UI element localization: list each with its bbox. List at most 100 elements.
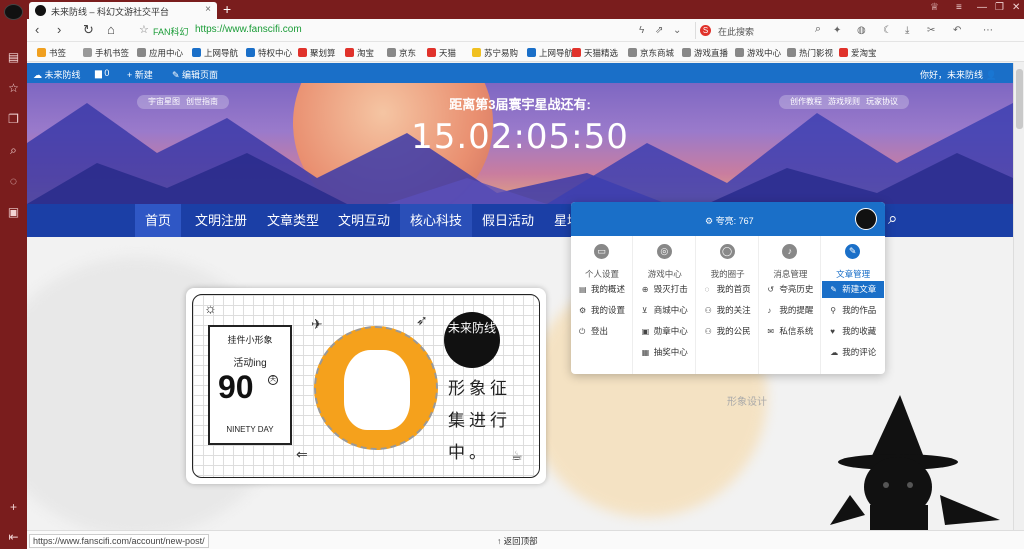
dropdown-menu-item[interactable]: ⏻ 登出 bbox=[571, 323, 633, 340]
dropdown-menu-item[interactable]: ✉ 私信系统 bbox=[759, 323, 821, 340]
bookmark-item[interactable]: 天猫精选 bbox=[572, 47, 618, 59]
bookmark-item[interactable]: 应用中心 bbox=[137, 47, 183, 59]
page-scrollbar[interactable] bbox=[1013, 63, 1024, 530]
close-window-icon[interactable]: ✕ bbox=[1012, 2, 1020, 13]
dropdown-menu-item[interactable]: ☁ 我的评论 bbox=[822, 344, 884, 361]
dropdown-chevron-icon[interactable]: ⌄ bbox=[673, 25, 681, 36]
dropdown-column-title[interactable]: 游戏中心 bbox=[634, 268, 696, 280]
dropdown-menu-item[interactable]: ▤ 我的概述 bbox=[571, 281, 633, 298]
moon-icon[interactable]: ☾ bbox=[883, 25, 892, 36]
bell-icon: ♪ bbox=[767, 306, 772, 315]
bookmark-label: 热门影视 bbox=[799, 48, 834, 58]
forward-icon[interactable]: › bbox=[57, 23, 61, 37]
bookmark-item[interactable]: 苏宁易购 bbox=[472, 47, 518, 59]
dropdown-menu-item[interactable]: ♪ 我的提醒 bbox=[759, 302, 821, 319]
back-to-top-button[interactable]: ↑ 返回顶部 bbox=[497, 535, 538, 547]
bookmark-item[interactable]: 聚划算 bbox=[298, 47, 336, 59]
refresh-icon[interactable]: ↻ bbox=[83, 23, 94, 37]
nav-article-types[interactable]: 文章类型 bbox=[257, 204, 329, 237]
book-icon[interactable]: ❐ bbox=[6, 112, 21, 127]
bulb-icon[interactable]: ✦ bbox=[833, 25, 841, 36]
dropdown-menu-item[interactable]: ✎ 新建文章 bbox=[822, 281, 885, 298]
scissors-icon[interactable]: ✂ bbox=[927, 25, 935, 36]
bookmark-item[interactable]: 天猫 bbox=[427, 47, 456, 59]
new-content-link[interactable]: + 新建 bbox=[127, 68, 153, 81]
lightning-icon[interactable]: ϟ bbox=[639, 25, 644, 36]
address-field[interactable]: ☆ FAN科幻 https://www.fanscifi.com bbox=[135, 22, 705, 39]
add-icon[interactable]: + bbox=[6, 500, 21, 515]
nav-core-tech[interactable]: 核心科技 bbox=[400, 204, 473, 237]
search-icon[interactable]: ⌕ bbox=[815, 23, 821, 36]
bookmark-favicon-icon bbox=[735, 48, 744, 57]
dropdown-menu-item[interactable]: ◌ 我的首页 bbox=[697, 281, 759, 298]
event-card[interactable]: ☼ 挂件小形象 活动ing 90 天 NINETY DAY ✈ ➶ ⇐ 未来防线… bbox=[186, 288, 546, 484]
dropdown-menu-item[interactable]: ⚇ 我的关注 bbox=[697, 302, 759, 319]
search-field[interactable]: S 在此搜索 ⌕ bbox=[695, 22, 823, 39]
dropdown-column-title[interactable]: 文章管理 bbox=[822, 268, 884, 280]
bookmark-item[interactable]: 游戏直播 bbox=[682, 47, 728, 59]
nav-home[interactable]: 首页 bbox=[135, 204, 182, 237]
notes-icon[interactable]: ▤ bbox=[6, 50, 21, 65]
shirt-icon[interactable]: ♕ bbox=[930, 2, 939, 13]
dropdown-menu-item[interactable]: ↺ 夸亮历史 bbox=[759, 281, 821, 298]
star-icon[interactable]: ☆ bbox=[6, 81, 21, 96]
bookmark-item[interactable]: 京东 bbox=[387, 47, 416, 59]
back-icon[interactable]: ‹ bbox=[35, 23, 39, 37]
download-icon[interactable]: ⤓ bbox=[905, 25, 909, 36]
dropdown-menu-item[interactable]: ⊕ 毁灭打击 bbox=[634, 281, 696, 298]
dropdown-menu-item[interactable]: ⊻ 商城中心 bbox=[634, 302, 696, 319]
home-icon[interactable]: ⌂ bbox=[107, 23, 115, 37]
extensions-icon[interactable]: ⋯ bbox=[983, 25, 993, 36]
arrow-icon: ➶ bbox=[416, 312, 428, 328]
nav-civ-register[interactable]: 文明注册 bbox=[185, 204, 257, 237]
browser-tab[interactable]: 未来防线 – 科幻文游社交平台 × bbox=[29, 2, 217, 19]
dropdown-column-title[interactable]: 个人设置 bbox=[571, 268, 633, 280]
bookmark-item[interactable]: 热门影视 bbox=[787, 47, 833, 59]
nav-civ-interact[interactable]: 文明互动 bbox=[328, 204, 400, 237]
bookmark-item[interactable]: 上网导航 bbox=[192, 47, 238, 59]
hero-banner: 宇宙星图 创世指南 创作教程 游戏规则 玩家协议 距离第3届寰宇星战还有: 15.02… bbox=[27, 83, 1013, 204]
dropdown-menu-item[interactable]: ⚙ 我的设置 bbox=[571, 302, 633, 319]
document-icon[interactable]: ▣ bbox=[6, 205, 21, 220]
bookmark-item[interactable]: 上网导航 bbox=[527, 47, 573, 59]
bookmark-item[interactable]: 游戏中心 bbox=[735, 47, 781, 59]
chat-icon[interactable]: ◌ bbox=[6, 174, 21, 189]
arrow-left-icon: ⇐ bbox=[296, 446, 308, 462]
dropdown-menu-item[interactable]: ⚇ 我的公民 bbox=[697, 323, 759, 340]
dropdown-menu-item[interactable]: ▦ 抽奖中心 bbox=[634, 344, 696, 361]
admin-site-link[interactable]: ☁ 未来防线 bbox=[33, 68, 81, 81]
dropdown-column-title[interactable]: 消息管理 bbox=[759, 268, 821, 280]
scrollbar-thumb[interactable] bbox=[1016, 69, 1023, 129]
site-search-icon[interactable]: ⌕ bbox=[888, 209, 898, 229]
dropdown-menu-item[interactable]: ▣ 勋章中心 bbox=[634, 323, 696, 340]
bookmark-item[interactable]: 手机书签 bbox=[83, 47, 129, 59]
search-engine-icon[interactable]: S bbox=[700, 25, 711, 36]
bookmark-star-icon[interactable]: ☆ bbox=[139, 23, 149, 36]
user-icon: 👤 bbox=[985, 70, 997, 80]
menu-icon[interactable]: ≡ bbox=[956, 2, 962, 13]
bookmark-item[interactable]: 特权中心 bbox=[246, 47, 292, 59]
restore-icon[interactable]: ❐ bbox=[995, 2, 1004, 13]
minimize-icon[interactable]: — bbox=[977, 2, 987, 13]
bookmark-item[interactable]: 爱淘宝 bbox=[839, 47, 877, 59]
bookmark-item[interactable]: 京东商城 bbox=[628, 47, 674, 59]
avatar[interactable] bbox=[855, 208, 877, 230]
dropdown-menu-item[interactable]: ♥ 我的收藏 bbox=[822, 323, 884, 340]
account-greeting[interactable]: 你好，未来防线 👤 bbox=[920, 68, 997, 81]
edit-page-link[interactable]: ✎ 编辑页面 bbox=[172, 68, 218, 81]
bookmark-item[interactable]: 书签 bbox=[37, 47, 66, 59]
close-tab-icon[interactable]: × bbox=[205, 4, 211, 15]
browser-logo[interactable] bbox=[4, 4, 23, 20]
bookmark-item[interactable]: 淘宝 bbox=[345, 47, 374, 59]
comments-link[interactable]: ▆ 0 bbox=[95, 68, 109, 79]
comments-count: 0 bbox=[104, 68, 110, 78]
undo-icon[interactable]: ↶ bbox=[953, 25, 961, 36]
share-icon[interactable]: ⇗ bbox=[655, 25, 663, 36]
dropdown-menu-item[interactable]: ⚲ 我的作品 bbox=[822, 302, 884, 319]
nav-holiday[interactable]: 假日活动 bbox=[472, 204, 544, 237]
new-tab-button[interactable]: + bbox=[223, 1, 231, 17]
game-icon[interactable]: ◍ bbox=[857, 25, 866, 36]
collapse-icon[interactable]: ⇤ bbox=[6, 530, 21, 545]
search-icon[interactable]: ⌕ bbox=[6, 143, 21, 158]
dropdown-column-title[interactable]: 我的圈子 bbox=[697, 268, 759, 280]
